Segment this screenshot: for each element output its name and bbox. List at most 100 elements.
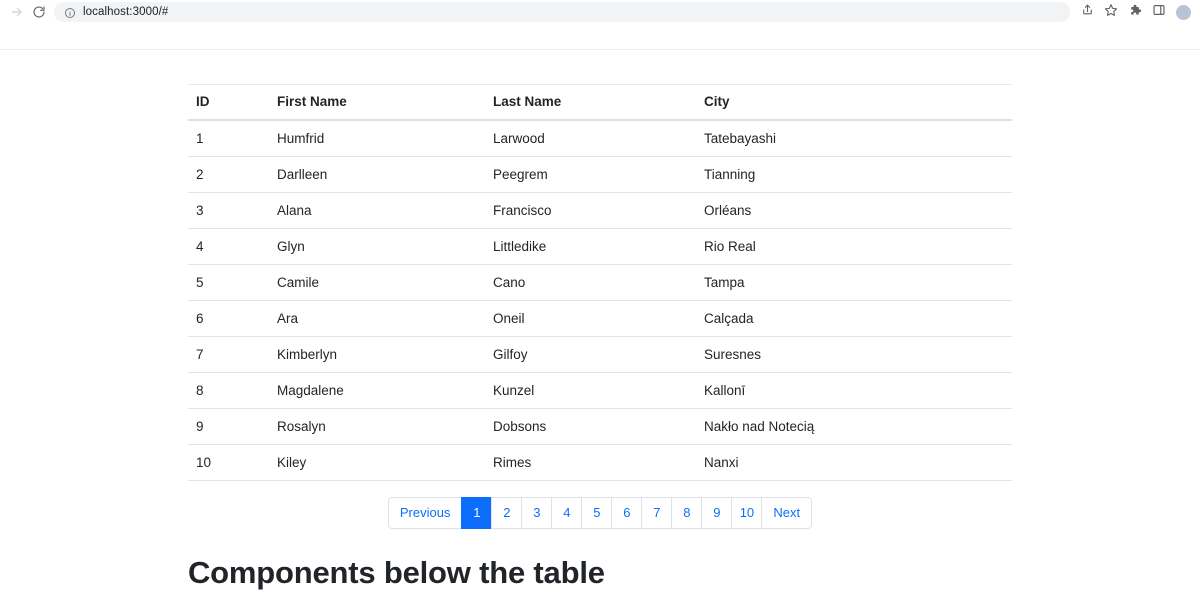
side-panel-icon <box>1152 3 1166 22</box>
bookmark-star-icon <box>1104 3 1118 22</box>
profile-button[interactable] <box>1172 2 1194 22</box>
pagination-page-link[interactable]: 8 <box>671 497 702 529</box>
table-row[interactable]: 5 Camile Cano Tampa <box>188 264 1012 301</box>
extensions-button[interactable] <box>1124 2 1146 22</box>
cell-id: 1 <box>188 120 269 157</box>
column-header-city[interactable]: City <box>696 84 1012 121</box>
cell-first-name: Alana <box>269 192 485 229</box>
cell-id: 6 <box>188 300 269 337</box>
cell-first-name: Camile <box>269 264 485 301</box>
browser-toolbar: localhost:3000/# <box>0 0 1200 24</box>
cell-first-name: Kimberlyn <box>269 336 485 373</box>
cell-first-name: Darlleen <box>269 156 485 193</box>
cell-city: Tatebayashi <box>696 120 1012 157</box>
side-panel-button[interactable] <box>1148 2 1170 22</box>
table-row[interactable]: 1 Humfrid Larwood Tatebayashi <box>188 120 1012 157</box>
table-row[interactable]: 4 Glyn Littledike Rio Real <box>188 228 1012 265</box>
table-row[interactable]: 2 Darlleen Peegrem Tianning <box>188 156 1012 193</box>
table-row[interactable]: 8 Magdalene Kunzel Kallonī <box>188 372 1012 409</box>
bookmark-button[interactable] <box>1100 2 1122 22</box>
cell-id: 8 <box>188 372 269 409</box>
share-button[interactable] <box>1076 2 1098 22</box>
cell-id: 4 <box>188 228 269 265</box>
pagination-page-1[interactable]: 1 <box>461 497 492 529</box>
cell-city: Nakło nad Notecią <box>696 408 1012 445</box>
table-row[interactable]: 9 Rosalyn Dobsons Nakło nad Notecią <box>188 408 1012 445</box>
column-header-last-name[interactable]: Last Name <box>485 84 696 121</box>
pagination-page-link[interactable]: 5 <box>581 497 612 529</box>
pagination-page-9[interactable]: 9 <box>701 497 732 529</box>
cell-last-name: Gilfoy <box>485 336 696 373</box>
cell-id: 5 <box>188 264 269 301</box>
table-row[interactable]: 3 Alana Francisco Orléans <box>188 192 1012 229</box>
pagination-page-5[interactable]: 5 <box>581 497 612 529</box>
cell-id: 2 <box>188 156 269 193</box>
reload-icon <box>32 5 46 19</box>
content-container: ID First Name Last Name City 1 Humfrid L… <box>188 50 1012 591</box>
pagination-page-8[interactable]: 8 <box>671 497 702 529</box>
extensions-puzzle-icon <box>1128 3 1142 22</box>
pagination-page-7[interactable]: 7 <box>641 497 672 529</box>
pagination-page-4[interactable]: 4 <box>551 497 582 529</box>
pagination-page-2[interactable]: 2 <box>491 497 522 529</box>
pagination-previous-link[interactable]: Previous <box>387 497 462 529</box>
share-icon <box>1081 3 1094 21</box>
pagination-page-link[interactable]: 7 <box>641 497 672 529</box>
table-row[interactable]: 6 Ara Oneil Calçada <box>188 300 1012 337</box>
pagination-page-3[interactable]: 3 <box>521 497 552 529</box>
cell-city: Nanxi <box>696 444 1012 481</box>
cell-last-name: Oneil <box>485 300 696 337</box>
cell-last-name: Littledike <box>485 228 696 265</box>
cell-first-name: Glyn <box>269 228 485 265</box>
page-heading: Components below the table <box>188 555 605 590</box>
pagination-page-link[interactable]: 2 <box>491 497 522 529</box>
address-bar[interactable]: localhost:3000/# <box>54 2 1070 22</box>
cell-id: 10 <box>188 444 269 481</box>
pagination: Previous 1 2 3 4 5 6 7 8 9 10 Next <box>387 497 813 529</box>
cell-last-name: Larwood <box>485 120 696 157</box>
pagination-page-link[interactable]: 4 <box>551 497 582 529</box>
table-header: ID First Name Last Name City <box>188 84 1012 121</box>
column-header-first-name[interactable]: First Name <box>269 84 485 121</box>
pagination-page-link[interactable]: 10 <box>731 497 762 529</box>
cell-last-name: Peegrem <box>485 156 696 193</box>
pagination-page-10[interactable]: 10 <box>731 497 762 529</box>
page-content: ID First Name Last Name City 1 Humfrid L… <box>0 50 1200 599</box>
cell-id: 9 <box>188 408 269 445</box>
cell-city: Tianning <box>696 156 1012 193</box>
cell-city: Suresnes <box>696 336 1012 373</box>
table-row[interactable]: 7 Kimberlyn Gilfoy Suresnes <box>188 336 1012 373</box>
table-row[interactable]: 10 Kiley Rimes Nanxi <box>188 444 1012 481</box>
pagination-page-link[interactable]: 3 <box>521 497 552 529</box>
url-text: localhost:3000/# <box>83 6 169 18</box>
cell-city: Rio Real <box>696 228 1012 265</box>
column-header-id[interactable]: ID <box>188 84 269 121</box>
people-table: ID First Name Last Name City 1 Humfrid L… <box>188 84 1012 481</box>
cell-city: Orléans <box>696 192 1012 229</box>
pagination-container: Previous 1 2 3 4 5 6 7 8 9 10 Next <box>188 497 1012 529</box>
pagination-page-6[interactable]: 6 <box>611 497 642 529</box>
pagination-next-link[interactable]: Next <box>761 497 813 529</box>
cell-id: 7 <box>188 336 269 373</box>
profile-avatar-icon <box>1175 4 1191 20</box>
cell-last-name: Kunzel <box>485 372 696 409</box>
cell-city: Tampa <box>696 264 1012 301</box>
cell-last-name: Francisco <box>485 192 696 229</box>
pagination-next[interactable]: Next <box>761 497 813 529</box>
info-circle-icon[interactable] <box>64 6 76 18</box>
table-body: 1 Humfrid Larwood Tatebayashi 2 Darlleen… <box>188 120 1012 481</box>
toolbar-divider <box>0 24 1200 50</box>
pagination-page-link[interactable]: 9 <box>701 497 732 529</box>
pagination-previous[interactable]: Previous <box>387 497 462 529</box>
cell-first-name: Magdalene <box>269 372 485 409</box>
cell-first-name: Humfrid <box>269 120 485 157</box>
pagination-page-link[interactable]: 1 <box>461 497 492 529</box>
cell-id: 3 <box>188 192 269 229</box>
forward-button[interactable] <box>6 1 28 23</box>
cell-first-name: Kiley <box>269 444 485 481</box>
reload-button[interactable] <box>28 1 50 23</box>
cell-last-name: Rimes <box>485 444 696 481</box>
pagination-page-link[interactable]: 6 <box>611 497 642 529</box>
cell-city: Calçada <box>696 300 1012 337</box>
cell-first-name: Ara <box>269 300 485 337</box>
